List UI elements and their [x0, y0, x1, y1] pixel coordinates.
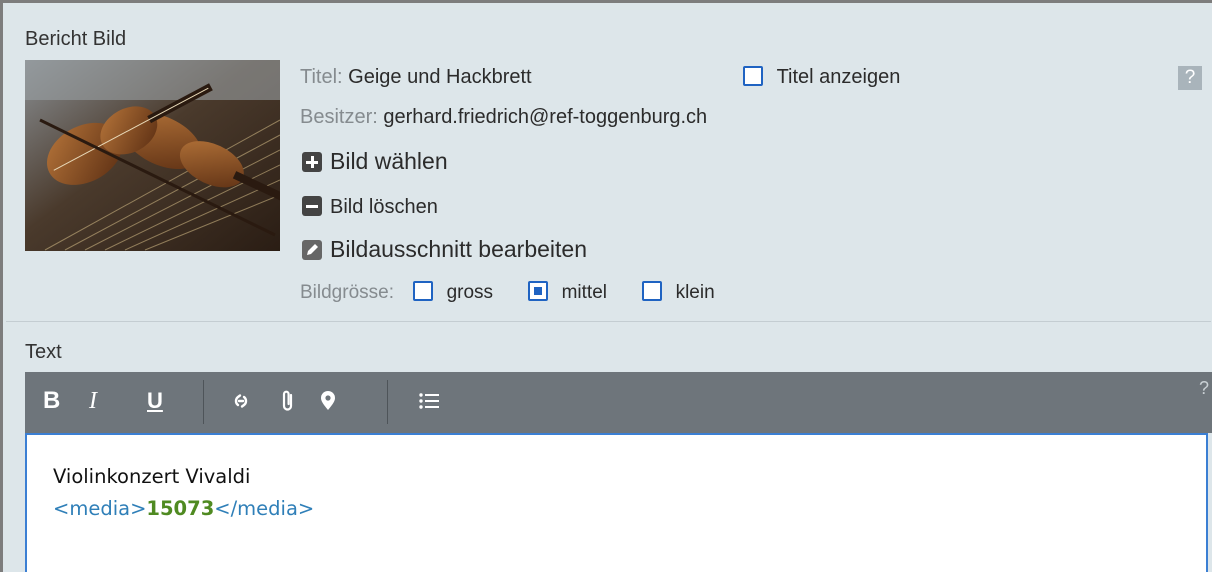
show-title-checkbox[interactable]	[743, 66, 763, 86]
help-button-text[interactable]: ?	[1199, 378, 1209, 399]
title-key: Titel:	[300, 66, 343, 88]
toolbar-separator	[203, 380, 204, 424]
delete-image-button[interactable]: Bild löschen	[302, 196, 438, 219]
media-close-tag: </media>	[214, 497, 315, 520]
toolbar-separator	[387, 380, 388, 424]
title-value: Geige und Hackbrett	[348, 66, 532, 88]
show-title-option[interactable]: Titel anzeigen	[743, 66, 900, 89]
delete-image-label: Bild löschen	[330, 196, 438, 218]
edit-crop-label: Bildausschnitt bearbeiten	[330, 236, 587, 262]
link-button[interactable]	[229, 386, 253, 416]
editor-line-1: Violinkonzert Vivaldi	[53, 465, 251, 488]
minus-icon	[302, 196, 322, 216]
editor-line-2: <media>15073</media>	[53, 497, 314, 520]
list-icon	[419, 393, 439, 409]
edit-crop-button[interactable]: Bildausschnitt bearbeiten	[302, 236, 587, 263]
map-pin-icon	[321, 391, 335, 410]
editor-toolbar: B I U ?	[25, 372, 1212, 433]
owner-key: Besitzer:	[300, 106, 378, 128]
choose-image-button[interactable]: Bild wählen	[302, 148, 448, 175]
image-size-label: Bildgrösse:	[300, 282, 394, 303]
section-label-image: Bericht Bild	[25, 28, 127, 50]
size-mittel-checkbox[interactable]	[528, 281, 549, 301]
owner-value: gerhard.friedrich@ref-toggenburg.ch	[383, 106, 708, 128]
location-button[interactable]	[317, 386, 339, 416]
image-thumbnail[interactable]	[25, 60, 280, 251]
image-size-row: Bildgrösse: gross mittel klein	[300, 281, 715, 304]
section-divider	[6, 321, 1211, 322]
help-button-image[interactable]: ?	[1178, 66, 1202, 90]
bold-button[interactable]: B	[43, 386, 60, 416]
size-gross-label: gross	[446, 282, 494, 303]
owner-row: Besitzer: gerhard.friedrich@ref-toggenbu…	[300, 106, 707, 129]
underline-button[interactable]: U	[147, 386, 163, 416]
text-editor[interactable]: Violinkonzert Vivaldi <media>15073</medi…	[25, 433, 1208, 572]
section-label-text: Text	[25, 341, 62, 363]
link-icon	[234, 394, 248, 408]
paperclip-icon	[282, 390, 293, 411]
size-gross-checkbox[interactable]	[413, 281, 434, 301]
plus-icon	[302, 152, 322, 172]
size-klein-checkbox[interactable]	[642, 281, 663, 301]
title-row: Titel: Geige und Hackbrett	[300, 66, 532, 89]
violin-photo-icon	[25, 60, 280, 251]
pencil-icon	[302, 240, 322, 260]
report-panel: Bericht Bild ? Titel: Geige und Hackbret…	[0, 0, 1212, 572]
choose-image-label: Bild wählen	[330, 148, 448, 174]
media-id: 15073	[146, 497, 215, 520]
list-button[interactable]	[417, 386, 441, 416]
media-open-tag: <media>	[53, 497, 147, 520]
italic-button[interactable]: I	[89, 386, 97, 416]
show-title-label: Titel anzeigen	[776, 66, 901, 88]
size-mittel-label: mittel	[561, 282, 607, 303]
size-klein-label: klein	[675, 282, 715, 303]
attach-button[interactable]	[278, 386, 298, 416]
